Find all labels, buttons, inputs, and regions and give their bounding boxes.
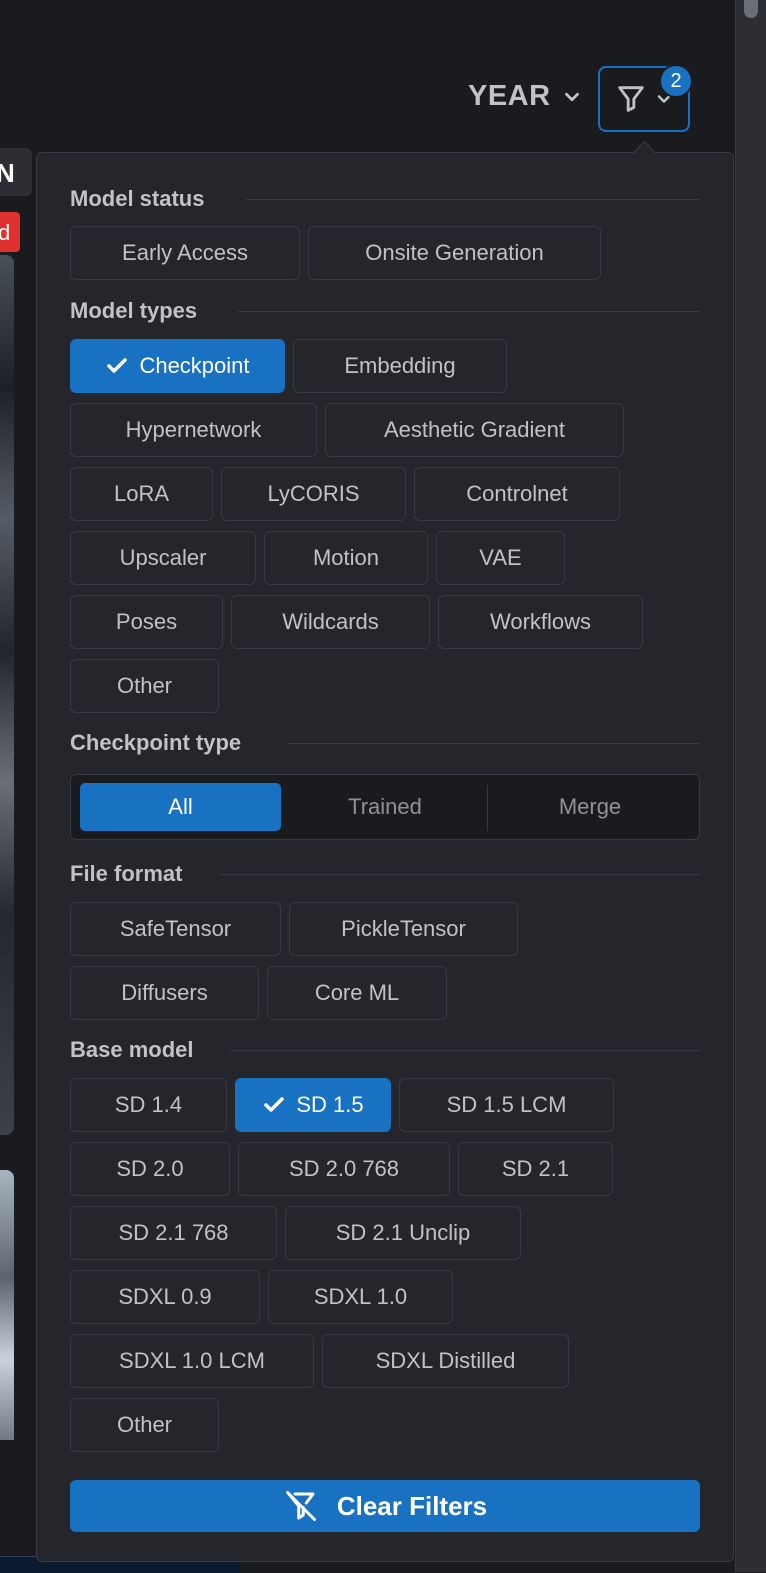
filter-icon (618, 86, 644, 112)
clear-filters-button[interactable]: Clear Filters (70, 1480, 700, 1532)
chip-diffusers[interactable]: Diffusers (70, 966, 259, 1020)
filter-count-badge: 2 (659, 64, 693, 98)
chip-motion[interactable]: Motion (264, 531, 428, 585)
divider (220, 874, 700, 875)
chip-other-base-model[interactable]: Other (70, 1398, 219, 1452)
divider (230, 1050, 700, 1051)
chip-sd-1-5[interactable]: SD 1.5 (235, 1078, 391, 1132)
chip-sdxl-1-0[interactable]: SDXL 1.0 (268, 1270, 453, 1324)
chip-controlnet[interactable]: Controlnet (414, 467, 620, 521)
chip-pickletensor[interactable]: PickleTensor (289, 902, 518, 956)
chip-label: SD 1.5 (296, 1092, 364, 1117)
background-model-card[interactable] (0, 255, 14, 1135)
segment-separator (487, 785, 488, 831)
filter-off-icon (285, 1491, 316, 1521)
chip-sd-1-4[interactable]: SD 1.4 (70, 1078, 227, 1132)
sort-period-label: YEAR (468, 80, 551, 112)
background-model-card[interactable] (0, 1170, 14, 1440)
page-scrollbar[interactable] (735, 0, 766, 1572)
check-icon (107, 358, 128, 373)
chip-hypernetwork[interactable]: Hypernetwork (70, 403, 317, 457)
chip-sd-2-1-unclip[interactable]: SD 2.1 Unclip (285, 1206, 521, 1260)
chip-sd-2-1[interactable]: SD 2.1 (458, 1142, 613, 1196)
chip-sdxl-1-0-lcm[interactable]: SDXL 1.0 LCM (70, 1334, 314, 1388)
chip-safetensor[interactable]: SafeTensor (70, 902, 281, 956)
sort-period-select[interactable]: YEAR (468, 80, 583, 113)
chip-other-type[interactable]: Other (70, 659, 219, 713)
segment-all[interactable]: All (80, 783, 281, 831)
chip-sd-1-5-lcm[interactable]: SD 1.5 LCM (399, 1078, 614, 1132)
chip-sd-2-0[interactable]: SD 2.0 (70, 1142, 230, 1196)
divider (246, 199, 700, 200)
background-button-label: N (0, 158, 15, 188)
divider (288, 743, 700, 744)
section-title-checkpoint-type: Checkpoint type (70, 730, 242, 755)
chip-onsite-generation[interactable]: Onsite Generation (308, 226, 601, 280)
check-icon (264, 1097, 285, 1112)
chip-upscaler[interactable]: Upscaler (70, 531, 256, 585)
section-title-model-types: Model types (70, 298, 198, 323)
chip-embedding[interactable]: Embedding (293, 339, 507, 393)
chip-wildcards[interactable]: Wildcards (231, 595, 430, 649)
chip-sd-2-1-768[interactable]: SD 2.1 768 (70, 1206, 277, 1260)
chip-vae[interactable]: VAE (436, 531, 565, 585)
divider (238, 311, 700, 312)
chip-sd-2-0-768[interactable]: SD 2.0 768 (238, 1142, 450, 1196)
segment-merge[interactable]: Merge (489, 783, 691, 831)
chip-poses[interactable]: Poses (70, 595, 223, 649)
chevron-down-icon (564, 92, 579, 101)
section-title-file-format: File format (70, 861, 183, 886)
segment-trained[interactable]: Trained (283, 783, 487, 831)
chip-sdxl-distilled[interactable]: SDXL Distilled (322, 1334, 569, 1388)
section-title-model-status: Model status (70, 186, 205, 211)
chip-checkpoint[interactable]: Checkpoint (70, 339, 285, 393)
chip-early-access[interactable]: Early Access (70, 226, 300, 280)
clear-filters-label: Clear Filters (336, 1490, 488, 1521)
chip-sdxl-0-9[interactable]: SDXL 0.9 (70, 1270, 260, 1324)
chip-label: Checkpoint (139, 353, 250, 378)
section-title-base-model: Base model (70, 1037, 194, 1062)
chip-aesthetic-gradient[interactable]: Aesthetic Gradient (325, 403, 624, 457)
chip-lycoris[interactable]: LyCORIS (221, 467, 406, 521)
chip-core-ml[interactable]: Core ML (267, 966, 447, 1020)
checkpoint-type-segmented-control: All Trained Merge (70, 774, 700, 840)
background-badge: d (0, 212, 20, 252)
chip-lora[interactable]: LoRA (70, 467, 213, 521)
chip-workflows[interactable]: Workflows (438, 595, 643, 649)
background-badge-label: d (0, 220, 11, 245)
scrollbar-thumb[interactable] (744, 0, 758, 18)
